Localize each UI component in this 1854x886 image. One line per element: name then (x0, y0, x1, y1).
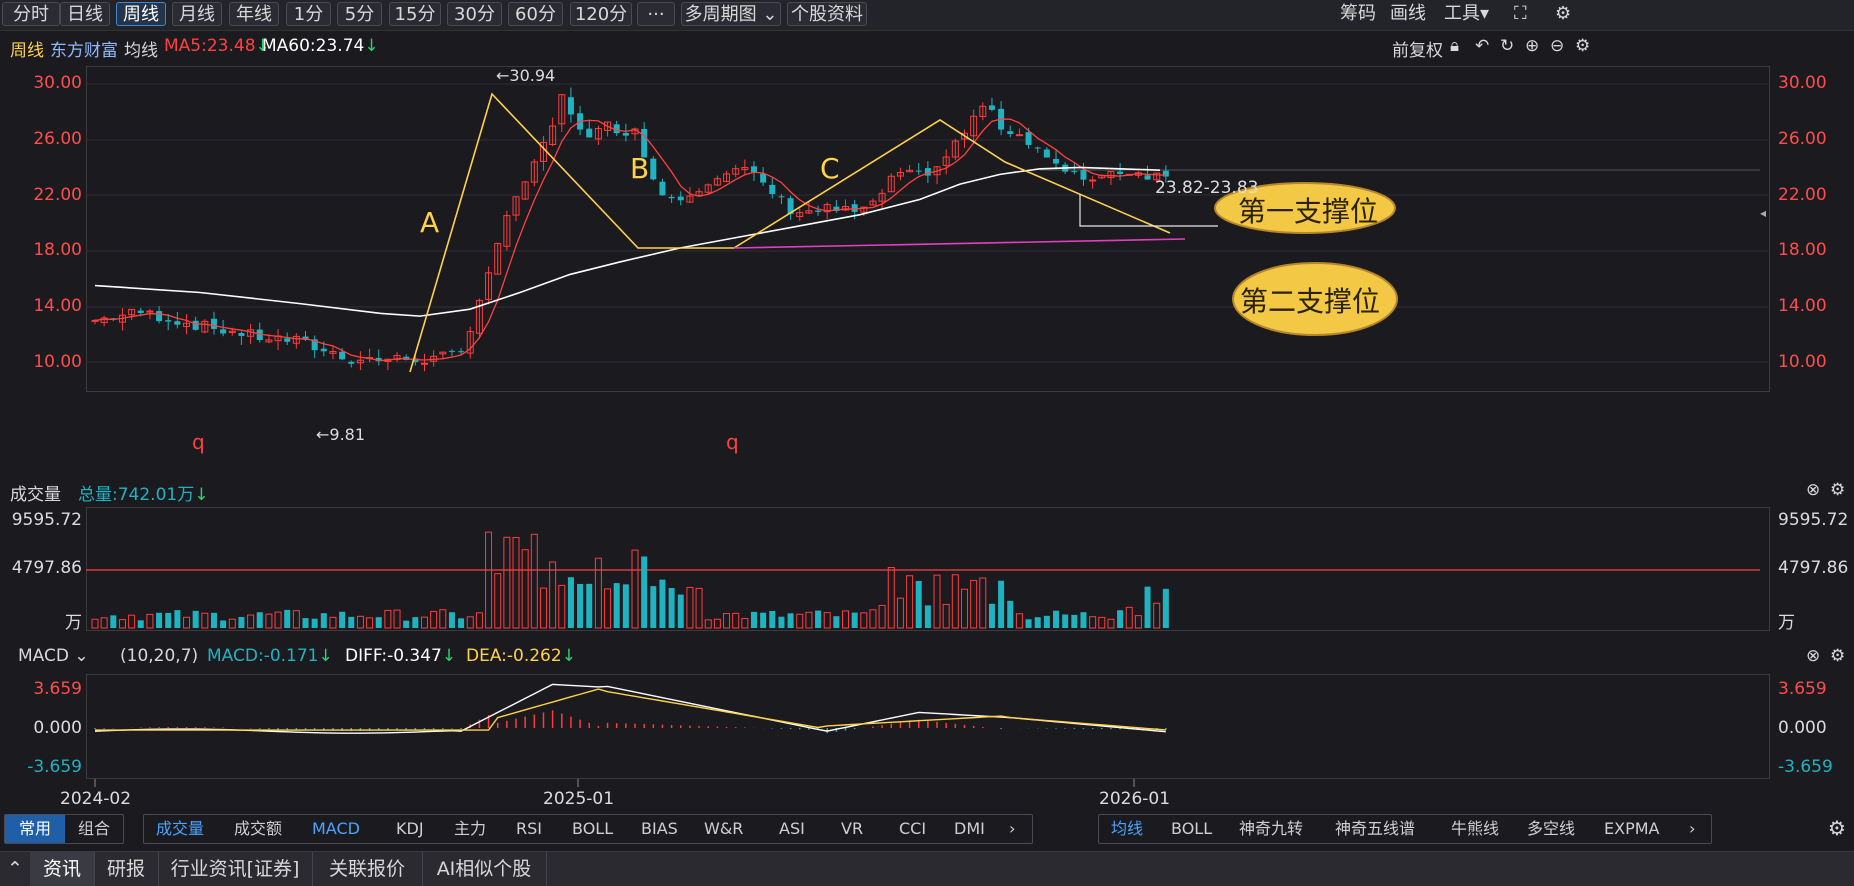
indicator-tab-kdj[interactable]: KDJ (396, 815, 424, 843)
indicator-tab-rsi[interactable]: RSI (516, 815, 542, 843)
news-tab-info[interactable]: 资讯 (30, 852, 95, 886)
indicator-tab-main-force[interactable]: 主力 (454, 815, 486, 843)
overlay-tab-long-short[interactable]: 多空线 (1527, 815, 1575, 843)
collapse-icon[interactable]: ⌃ (0, 852, 31, 886)
date-label: 2026-01 (1099, 789, 1171, 809)
tab-common[interactable]: 常用 (5, 815, 65, 843)
news-tab-industry[interactable]: 行业资讯[证券] (158, 852, 313, 886)
news-tab-ai-similar[interactable]: AI相似个股 (422, 852, 547, 886)
indicator-tab-boll[interactable]: BOLL (572, 815, 613, 843)
news-bar: ⌃ 资讯 研报 行业资讯[证券] 关联报价 AI相似个股 (0, 851, 1854, 886)
chevron-right-icon[interactable]: › (1689, 815, 1695, 843)
overlay-tab-expma[interactable]: EXPMA (1604, 815, 1659, 843)
indicator-tab-wr[interactable]: W&R (704, 815, 743, 843)
settings-icon[interactable]: ⚙ (1828, 816, 1846, 840)
date-label: 2024-02 (60, 789, 132, 809)
dea-line (95, 688, 1166, 731)
overlay-tab-boll[interactable]: BOLL (1171, 815, 1212, 843)
chevron-right-icon[interactable]: › (1009, 815, 1015, 843)
indicator-tab-bias[interactable]: BIAS (641, 815, 678, 843)
diff-line (94, 683, 1166, 734)
indicator-tab-macd[interactable]: MACD (312, 815, 360, 843)
news-tab-related-quotes[interactable]: 关联报价 (312, 852, 423, 886)
overlay-tabs: 均线 BOLL 神奇九转 神奇五线谱 牛熊线 多空线 EXPMA › (1098, 814, 1712, 844)
tab-combo[interactable]: 组合 (65, 815, 123, 843)
overlay-tab-ma[interactable]: 均线 (1111, 815, 1143, 843)
overlay-tab-nine-turn[interactable]: 神奇九转 (1239, 815, 1303, 843)
indicator-tabs: 成交量 成交额 MACD KDJ 主力 RSI BOLL BIAS W&R AS… (143, 814, 1033, 844)
indicator-group-switch: 常用 组合 (4, 814, 124, 844)
indicator-tab-asi[interactable]: ASI (779, 815, 805, 843)
overlay-tab-bull-bear[interactable]: 牛熊线 (1451, 815, 1499, 843)
indicator-tab-cci[interactable]: CCI (899, 815, 926, 843)
overlay-tab-five-line[interactable]: 神奇五线谱 (1335, 815, 1415, 843)
indicator-tab-dmi[interactable]: DMI (954, 815, 985, 843)
indicator-tab-vr[interactable]: VR (841, 815, 863, 843)
indicator-tab-volume[interactable]: 成交量 (156, 815, 204, 843)
date-ticks (94, 779, 1135, 787)
indicator-tab-turnover[interactable]: 成交额 (234, 815, 282, 843)
macd-chart-svg (94, 683, 1167, 787)
date-label: 2025-01 (543, 789, 615, 809)
news-tab-research[interactable]: 研报 (94, 852, 159, 886)
